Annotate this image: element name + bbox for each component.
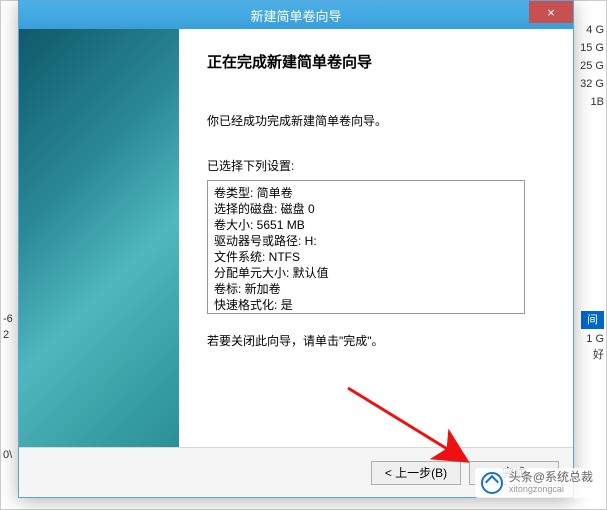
settings-label: 已选择下列设置: — [207, 157, 549, 174]
settings-listbox[interactable]: 卷类型: 简单卷 选择的磁盘: 磁盘 0 卷大小: 5651 MB 驱动器号或路… — [207, 180, 525, 314]
closing-text: 若要关闭此向导，请单击"完成"。 — [207, 332, 549, 349]
wizard-dialog: 新建简单卷向导 × 正在完成新建简单卷向导 你已经成功完成新建简单卷向导。 已选… — [18, 0, 574, 498]
bg-right-text: 4 G 15 G 25 G 32 G 1B — [580, 21, 604, 111]
settings-line: 文件系统: NTFS — [214, 249, 518, 265]
watermark-main: 头条@系统总裁 — [509, 471, 593, 483]
dialog-title: 新建简单卷向导 — [250, 6, 341, 25]
wizard-side-graphic — [19, 29, 179, 447]
watermark: 头条@系统总裁 xitongzongcai — [475, 468, 599, 498]
bg-right-mid: 间 1 G 好 — [581, 311, 604, 363]
close-button[interactable]: × — [529, 1, 573, 23]
settings-line: 卷标: 新加卷 — [214, 281, 518, 297]
settings-line: 快速格式化: 是 — [214, 297, 518, 313]
bg-left-text: -6 2 — [3, 311, 13, 343]
page-heading: 正在完成新建简单卷向导 — [207, 51, 549, 72]
settings-line: 分配单元大小: 默认值 — [214, 265, 518, 281]
watermark-sub: xitongzongcai — [509, 483, 593, 495]
back-button[interactable]: < 上一步(B) — [371, 461, 461, 485]
settings-line: 驱动器号或路径: H: — [214, 233, 518, 249]
watermark-logo-icon — [481, 472, 503, 494]
wizard-content: 正在完成新建简单卷向导 你已经成功完成新建简单卷向导。 已选择下列设置: 卷类型… — [179, 29, 573, 447]
settings-line: 选择的磁盘: 磁盘 0 — [214, 201, 518, 217]
bg-bottom-left: 0\ — [3, 449, 12, 461]
settings-line: 卷大小: 5651 MB — [214, 217, 518, 233]
close-icon: × — [547, 5, 555, 20]
intro-text: 你已经成功完成新建简单卷向导。 — [207, 112, 549, 129]
titlebar: 新建简单卷向导 × — [19, 1, 573, 29]
settings-line: 卷类型: 简单卷 — [214, 185, 518, 201]
